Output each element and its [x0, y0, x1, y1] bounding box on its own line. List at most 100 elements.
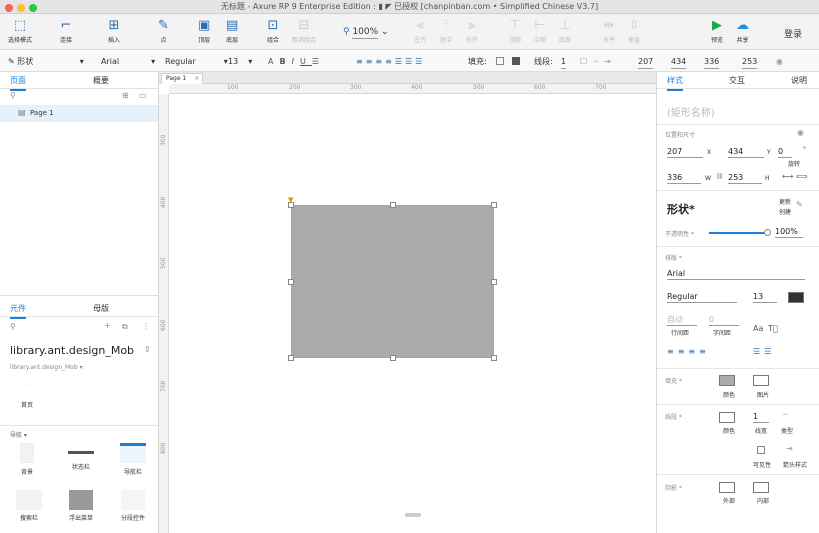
zoom-select[interactable]: ⚲ 100% ⌄ — [343, 23, 389, 39]
component-home[interactable]: · 首页 — [12, 382, 42, 409]
text-case-icon[interactable]: Aa — [753, 324, 763, 333]
fill-color-swatch[interactable] — [496, 57, 504, 65]
text-padding-icon[interactable]: T⃞ — [768, 324, 778, 333]
close-window-button[interactable] — [5, 4, 13, 12]
edit-style-icon[interactable]: ✎ — [796, 200, 803, 209]
tab-notes[interactable]: 说明 — [791, 72, 807, 89]
tab-components[interactable]: 元件 — [10, 300, 26, 319]
fill-image-swatch[interactable] — [512, 57, 520, 65]
y-input[interactable]: 434 — [728, 146, 764, 158]
h-field[interactable]: 253 — [742, 51, 758, 72]
scroll-handle[interactable] — [405, 513, 421, 517]
tab-style[interactable]: 样式 — [667, 72, 683, 91]
visibility-eye-icon[interactable]: ◉ — [776, 51, 783, 72]
align-bottom-button[interactable]: ⊥ 底部 — [559, 18, 571, 44]
resize-handle[interactable] — [288, 355, 294, 361]
close-tab-icon[interactable]: × — [194, 75, 199, 82]
resize-handle[interactable] — [390, 202, 396, 208]
bring-to-top-button[interactable]: ▣ 顶层 — [198, 18, 210, 44]
tab-interactions[interactable]: 交互 — [729, 72, 745, 89]
resize-handle[interactable] — [390, 355, 396, 361]
paragraph-align-buttons[interactable]: ≡≡≡≡ — [667, 347, 710, 356]
fit-height-icon[interactable]: ⟺ — [796, 172, 807, 181]
visibility-checkbox[interactable] — [757, 446, 765, 454]
opacity-input[interactable]: 100% — [775, 226, 803, 238]
opacity-slider[interactable] — [709, 232, 767, 234]
component-background[interactable]: 背景 — [12, 443, 42, 476]
height-input[interactable]: 253 — [728, 172, 762, 184]
font-select[interactable]: Arial ▾ — [101, 51, 155, 72]
x-input[interactable]: 207 — [667, 146, 703, 158]
eye-icon[interactable]: ◉ — [797, 128, 804, 137]
border-color-swatch[interactable] — [719, 412, 735, 423]
shape-name-field[interactable]: (矩形名称) — [667, 104, 715, 119]
align-center-button[interactable]: ⫶ 居中 — [440, 18, 452, 44]
library-select[interactable]: library.ant.design_Mob — [10, 344, 134, 357]
component-nav-bar[interactable]: 导航栏 — [116, 443, 150, 476]
component-status-bar[interactable]: 状态栏 — [64, 443, 98, 471]
font-size-select[interactable]: 13 ▾ — [228, 51, 252, 72]
share-button[interactable]: ☁ 共享 — [736, 18, 749, 44]
ungroup-button[interactable]: ⊟ 取消组合 — [292, 18, 316, 44]
border-type-icon[interactable]: ┄ — [783, 410, 788, 419]
preview-button[interactable]: ▶ 预览 — [711, 18, 723, 44]
component-search-bar[interactable]: 搜索栏 — [12, 490, 46, 522]
fill-image-swatch[interactable] — [753, 375, 769, 386]
align-top-button[interactable]: ⊤ 顶部 — [509, 18, 521, 44]
style-name[interactable]: 形状* — [667, 201, 695, 217]
resize-handle[interactable] — [491, 202, 497, 208]
nav-section-title[interactable]: 导航 ▾ — [10, 430, 27, 439]
width-input[interactable]: 336 — [667, 172, 701, 184]
minimize-window-button[interactable] — [17, 4, 25, 12]
x-field[interactable]: 207 — [638, 51, 654, 72]
text-color-swatch[interactable] — [788, 292, 804, 303]
arrow-style-icon[interactable]: ⇥ — [786, 444, 793, 453]
resize-handle[interactable] — [288, 279, 294, 285]
update-style-button[interactable]: 更新 — [779, 197, 791, 206]
vertical-align-buttons[interactable]: ☰☰ — [753, 347, 775, 356]
rotation-input[interactable]: 0 — [778, 146, 792, 158]
select-mode-button[interactable]: ⬚ 选择模式 — [8, 18, 32, 44]
more-icon[interactable]: ⋮ — [142, 322, 150, 331]
rectangle-shape[interactable] — [291, 205, 494, 358]
search-icon[interactable]: ⚲ — [10, 91, 16, 100]
create-style-button[interactable]: 创建 — [779, 207, 791, 216]
insert-button[interactable]: ⊞ 插入 — [108, 18, 120, 44]
tab-masters[interactable]: 母版 — [93, 300, 109, 317]
distribute-horizontal-button[interactable]: ⇹ 水平 — [603, 18, 615, 44]
line-style-buttons[interactable]: ☐┄⇥ — [580, 51, 617, 72]
login-button[interactable]: 登录 — [784, 27, 802, 40]
inner-shadow-swatch[interactable] — [753, 482, 769, 493]
library-search-icon[interactable]: ⚲ — [10, 322, 16, 331]
add-folder-icon[interactable]: ▭ — [139, 91, 147, 100]
font-family-select[interactable]: Arial — [667, 268, 805, 280]
corner-radius-handle-icon[interactable]: ▼ — [288, 196, 293, 204]
y-field[interactable]: 434 — [671, 51, 687, 72]
w-field[interactable]: 336 — [704, 51, 720, 72]
page-list-item[interactable]: ▤ Page 1 — [0, 105, 158, 122]
tab-outline[interactable]: 概要 — [93, 72, 109, 89]
distribute-vertical-button[interactable]: ⇳ 垂直 — [628, 18, 640, 44]
font-weight-select[interactable]: Regular — [667, 291, 737, 303]
add-page-icon[interactable]: ⊞ — [122, 91, 129, 100]
char-spacing-input[interactable]: 0 — [709, 314, 739, 326]
line-spacing-input[interactable]: 自动 — [667, 314, 697, 326]
align-right-button[interactable]: ⫸ 右齐 — [466, 18, 478, 44]
connect-button[interactable]: ⌐ 连接 — [60, 18, 72, 44]
lock-ratio-icon[interactable]: ⛓ — [716, 173, 724, 180]
align-left-button[interactable]: ⫷ 左齐 — [414, 18, 426, 44]
library-copy-icon[interactable]: ⧉ — [122, 322, 128, 332]
fill-color-swatch[interactable] — [719, 375, 735, 386]
resize-handle[interactable] — [491, 355, 497, 361]
point-button[interactable]: ✎ 点 — [158, 18, 169, 44]
style-select[interactable]: ✎ 形状 ▾ — [8, 51, 84, 72]
resize-handle[interactable] — [491, 279, 497, 285]
weight-select[interactable]: Regular ▾ — [165, 51, 228, 72]
border-width-input[interactable]: 1 — [753, 411, 769, 423]
opacity-slider-thumb[interactable] — [764, 229, 771, 236]
group-button[interactable]: ⊡ 组合 — [267, 18, 279, 44]
fit-width-icon[interactable]: ⟷ — [782, 172, 793, 181]
zoom-window-button[interactable] — [29, 4, 37, 12]
outer-shadow-swatch[interactable] — [719, 482, 735, 493]
library-subtitle[interactable]: library.ant.design_Mob ▾ — [10, 364, 83, 371]
